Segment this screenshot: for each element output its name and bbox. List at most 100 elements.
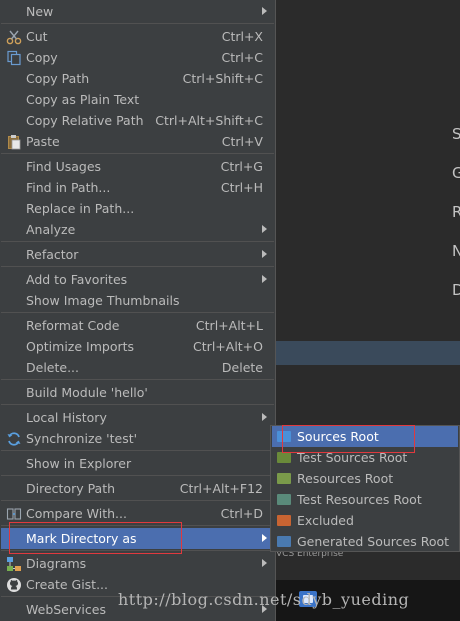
menu-item-label: Analyze [26,222,76,237]
menu-item-label: Directory Path [26,481,116,496]
menu-item-copy-path[interactable]: Copy Path Ctrl+Shift+C [1,68,274,89]
menu-item-label: Find Usages [26,159,102,174]
menu-item-show-in-explorer[interactable]: Show in Explorer [1,453,274,474]
menu-item-shortcut: Ctrl+V [221,134,263,149]
menu-separator [1,312,274,313]
menu-item-directory-path[interactable]: Directory Path Ctrl+Alt+F12 [1,478,274,499]
submenu-arrow-icon [262,250,267,258]
background-text-n: N [452,242,460,260]
background-text-g: G [452,164,460,182]
menu-item-build-module[interactable]: Build Module 'hello' [1,382,274,403]
submenu-arrow-icon [262,275,267,283]
menu-item-refactor[interactable]: Refactor [1,244,274,265]
submenu-arrow-icon [262,534,267,542]
menu-item-label: Optimize Imports [26,339,135,354]
menu-item-label: Find in Path... [26,180,111,195]
menu-item-label: New [26,4,54,19]
menu-separator [1,475,274,476]
menu-item-delete[interactable]: Delete... Delete [1,357,274,378]
menu-item-label: Copy Path [26,71,90,86]
submenu-item-label: Sources Root [297,429,379,444]
submenu-arrow-icon [262,559,267,567]
menu-item-label: Compare With... [26,506,127,521]
submenu-item-sources-root[interactable]: Sources Root [272,426,458,447]
menu-item-cut[interactable]: Cut Ctrl+X [1,26,274,47]
submenu-arrow-icon [262,413,267,421]
menu-item-label: Add to Favorites [26,272,128,287]
submenu-item-generated-sources-root[interactable]: Generated Sources Root [272,531,458,552]
menu-separator [1,241,274,242]
menu-item-label: Diagrams [26,556,87,571]
menu-item-label: Create Gist... [26,577,109,592]
github-icon [6,577,22,593]
menu-item-label: Show Image Thumbnails [26,293,180,308]
menu-item-optimize-imports[interactable]: Optimize Imports Ctrl+Alt+O [1,336,274,357]
menu-item-shortcut: Ctrl+Shift+C [182,71,263,86]
folder-icon [277,473,291,484]
menu-item-mark-directory-as[interactable]: Mark Directory as [1,528,274,549]
menu-item-copy-plain-text[interactable]: Copy as Plain Text [1,89,274,110]
submenu-item-label: Test Resources Root [297,492,422,507]
menu-item-synchronize[interactable]: Synchronize 'test' [1,428,274,449]
menu-item-analyze[interactable]: Analyze [1,219,274,240]
menu-separator [1,404,274,405]
background-text-r: R [452,203,460,221]
context-menu: New Cut Ctrl+X Copy Ctrl+C Copy Path Ctr… [0,0,276,621]
menu-item-shortcut: Delete [221,360,263,375]
menu-item-show-image-thumbnails[interactable]: Show Image Thumbnails [1,290,274,311]
menu-item-label: Copy [26,50,58,65]
menu-separator [1,23,274,24]
menu-item-replace-in-path[interactable]: Replace in Path... [1,198,274,219]
menu-item-new[interactable]: New [1,1,274,22]
menu-item-copy-relative-path[interactable]: Copy Relative Path Ctrl+Alt+Shift+C [1,110,274,131]
menu-item-copy[interactable]: Copy Ctrl+C [1,47,274,68]
menu-item-label: Reformat Code [26,318,120,333]
submenu-item-label: Resources Root [297,471,394,486]
menu-item-shortcut: Ctrl+X [221,29,263,44]
menu-separator [1,525,274,526]
folder-icon [277,431,291,442]
scissors-icon [6,29,22,45]
menu-item-shortcut: Ctrl+D [220,506,263,521]
folder-icon [277,515,291,526]
menu-item-label: Build Module 'hello' [26,385,148,400]
menu-item-find-usages[interactable]: Find Usages Ctrl+G [1,156,274,177]
menu-item-label: Show in Explorer [26,456,132,471]
compare-icon [6,506,22,522]
background-text-s: S [452,125,460,143]
menu-item-diagrams[interactable]: Diagrams [1,553,274,574]
menu-item-shortcut: Ctrl+G [220,159,263,174]
menu-item-compare-with[interactable]: Compare With... Ctrl+D [1,503,274,524]
submenu-arrow-icon [262,7,267,15]
submenu-item-excluded[interactable]: Excluded [272,510,458,531]
menu-item-reformat-code[interactable]: Reformat Code Ctrl+Alt+L [1,315,274,336]
menu-item-paste[interactable]: Paste Ctrl+V [1,131,274,152]
menu-separator [1,153,274,154]
submenu-item-label: Generated Sources Root [297,534,450,549]
menu-item-find-in-path[interactable]: Find in Path... Ctrl+H [1,177,274,198]
menu-separator [1,379,274,380]
editor-selection-band [276,341,460,365]
menu-item-label: Refactor [26,247,79,262]
copy-icon [6,50,22,66]
menu-item-label: Copy as Plain Text [26,92,140,107]
menu-item-shortcut: Ctrl+Alt+L [195,318,263,333]
submenu-item-test-resources-root[interactable]: Test Resources Root [272,489,458,510]
paste-icon [6,134,22,150]
menu-item-local-history[interactable]: Local History [1,407,274,428]
menu-item-add-to-favorites[interactable]: Add to Favorites [1,269,274,290]
menu-item-shortcut: Ctrl+Alt+Shift+C [155,113,263,128]
folder-icon [277,536,291,547]
menu-separator [1,500,274,501]
menu-item-label: Replace in Path... [26,201,135,216]
menu-item-label: Copy Relative Path [26,113,144,128]
submenu-item-resources-root[interactable]: Resources Root [272,468,458,489]
menu-separator [1,266,274,267]
folder-icon [277,494,291,505]
mark-directory-submenu: Sources Root Test Sources Root Resources… [270,425,460,552]
menu-item-label: Paste [26,134,60,149]
background-text-d: D [452,281,460,299]
menu-item-shortcut: Ctrl+H [220,180,263,195]
folder-icon [277,452,291,463]
submenu-item-test-sources-root[interactable]: Test Sources Root [272,447,458,468]
